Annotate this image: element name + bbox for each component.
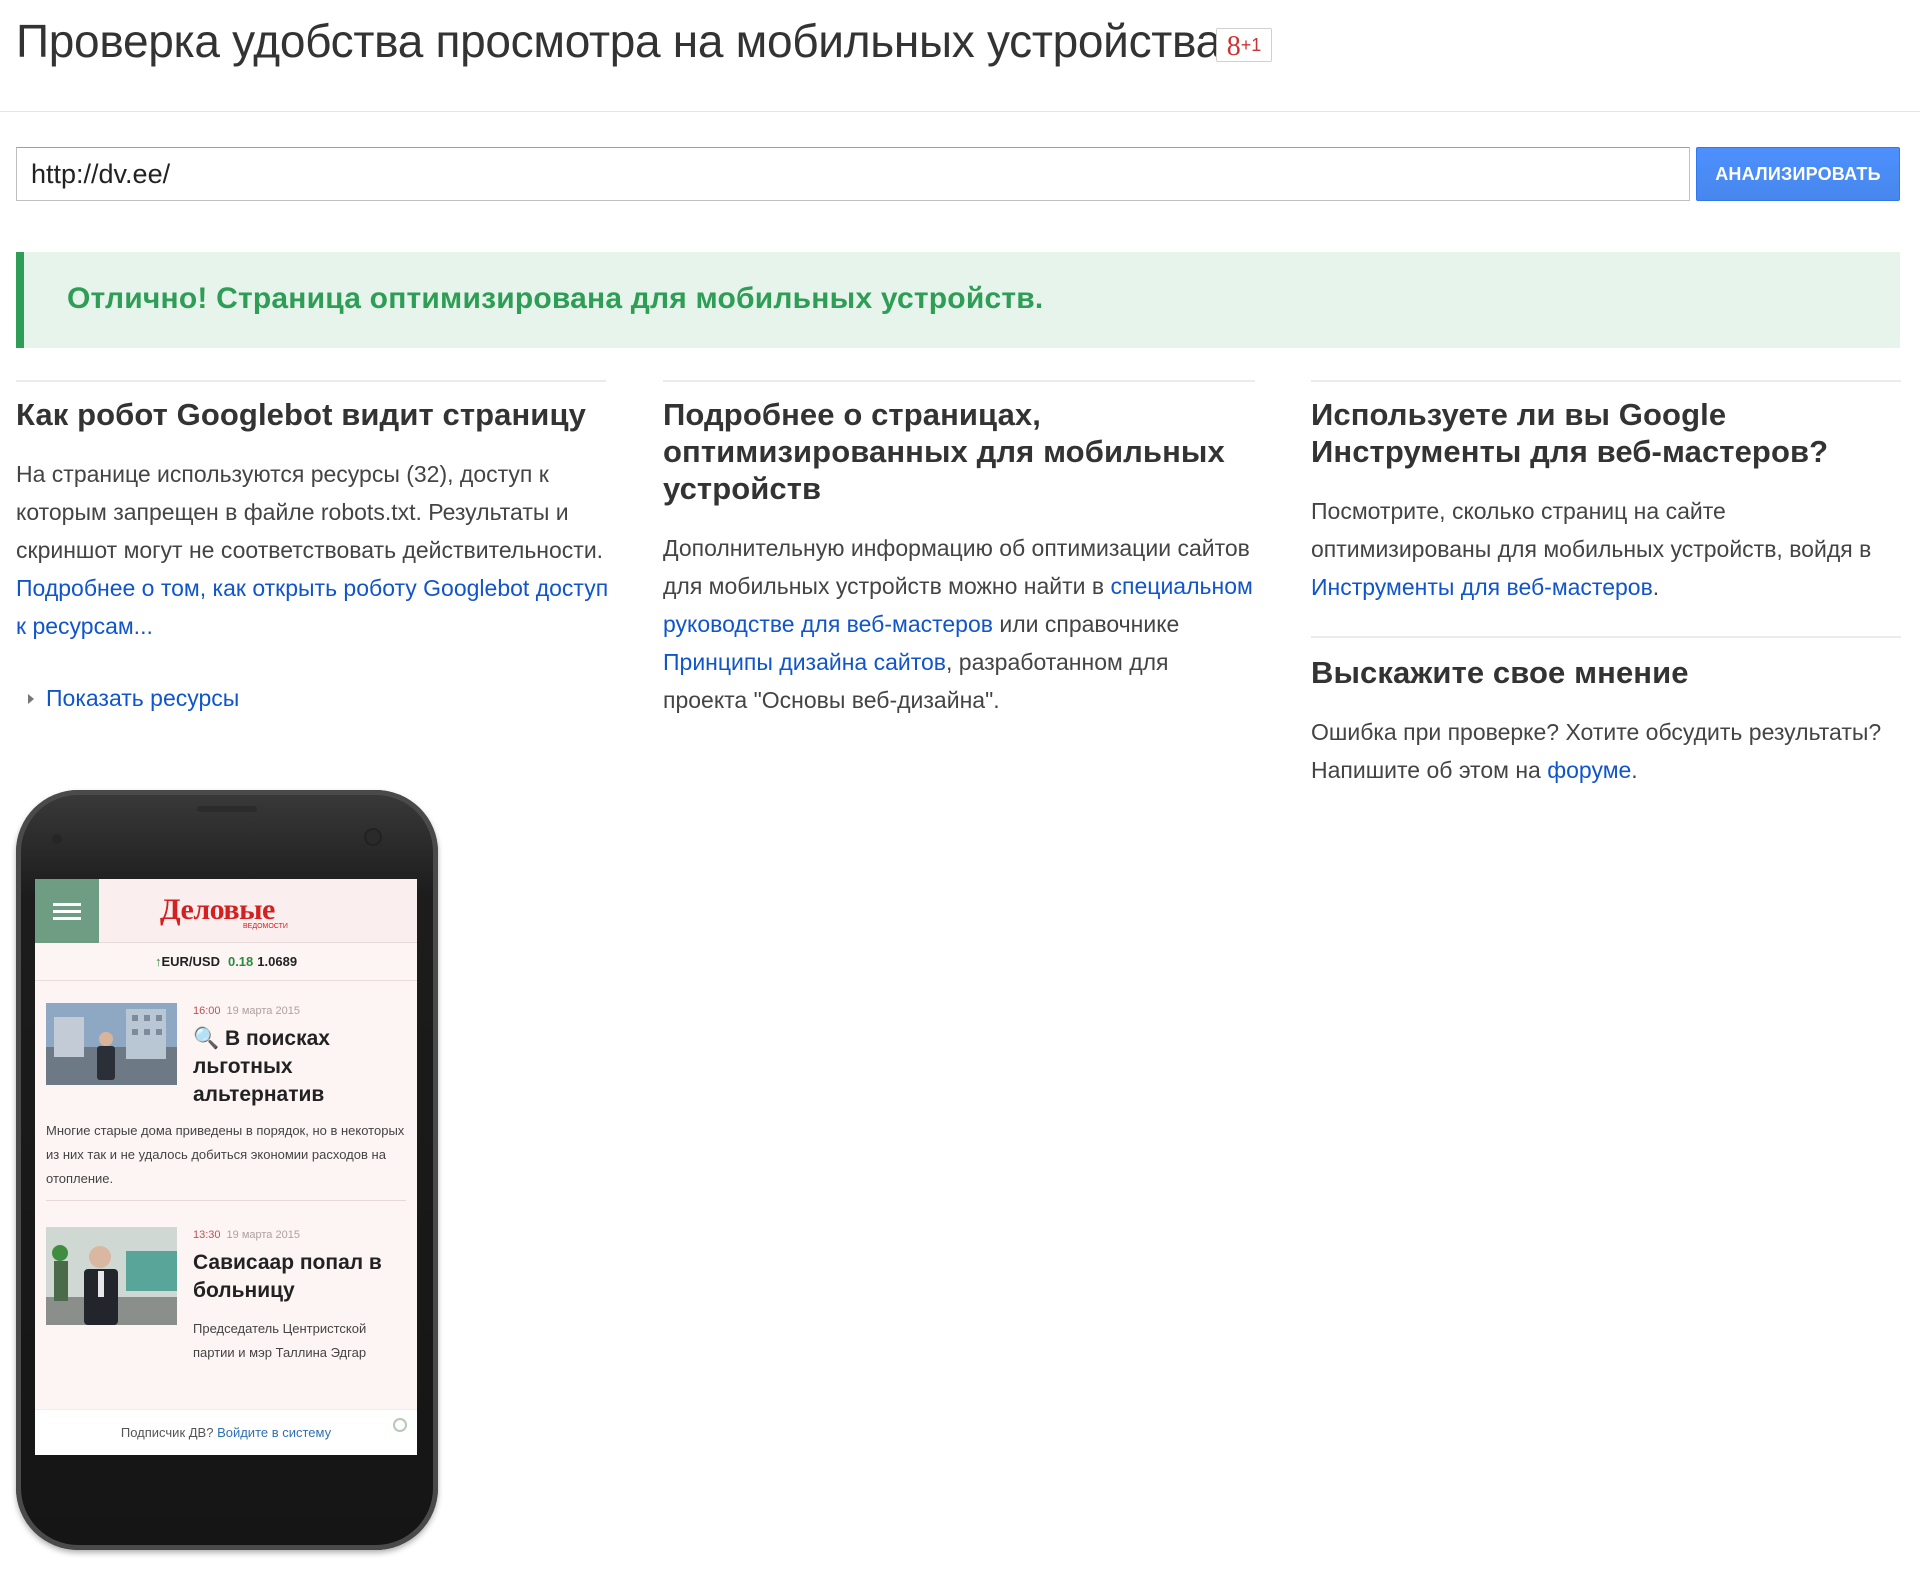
- page-title: Проверка удобства просмотра на мобильных…: [16, 15, 1244, 67]
- feedback-text: Ошибка при проверке? Хотите обсудить рез…: [1311, 713, 1901, 789]
- url-input[interactable]: [16, 147, 1690, 201]
- mobile-article: 13:30 19 марта 2015 Сависаар попал в боль…: [46, 1227, 406, 1407]
- info-text-part: или справочнике: [992, 611, 1180, 637]
- currency-rate-bar: ↑EUR/USD 0.18 1.0689: [35, 943, 417, 981]
- article-lead: Председатель Центристской партии и мэр Т…: [193, 1321, 367, 1360]
- article-meta: 16:00 19 марта 2015: [193, 1005, 300, 1017]
- feedback-divider: [1311, 636, 1901, 638]
- feedback-heading: Выскажите свое мнение: [1311, 655, 1689, 690]
- hamburger-menu-icon: [35, 879, 99, 943]
- mobile-site-header: Деловые ВЕДОМОСТИ: [35, 879, 417, 943]
- unblock-resources-link[interactable]: Подробнее о том, как открыть роботу Goog…: [16, 575, 608, 639]
- article-title: 🔍 В поисках льготных альтернатив: [193, 1027, 330, 1106]
- close-icon: [393, 1418, 407, 1432]
- google-plus-one-button[interactable]: 8+1: [1216, 28, 1272, 62]
- article-title: Сависаар попал в больницу: [193, 1251, 382, 1302]
- article-date: 19 марта 2015: [226, 1229, 300, 1241]
- feedback-text-part: .: [1631, 757, 1638, 783]
- blocked-resources-text: На странице используются ресурсы (32), д…: [16, 461, 604, 563]
- phone-preview: Деловые ВЕДОМОСТИ ↑EUR/USD 0.18 1.0689 1…: [16, 790, 438, 1550]
- google-plus-icon: 8: [1226, 31, 1241, 62]
- rate-value: 1.0689: [257, 954, 298, 969]
- googlebot-view-section: Как робот Googlebot видит страницу На ст…: [16, 380, 610, 712]
- webmaster-tools-link[interactable]: Инструменты для веб-мастеров: [1311, 574, 1653, 600]
- googlebot-view-heading: Как робот Googlebot видит страницу: [16, 397, 586, 432]
- login-link: Войдите в систему: [217, 1425, 332, 1440]
- site-logo: Деловые: [160, 893, 275, 926]
- phone-screen: Деловые ВЕДОМОСТИ ↑EUR/USD 0.18 1.0689 1…: [35, 879, 417, 1455]
- site-logo-subtitle: ВЕДОМОСТИ: [243, 923, 288, 930]
- show-resources-label: Показать ресурсы: [46, 685, 240, 711]
- article-thumbnail: [46, 1227, 177, 1325]
- phone-sensor: [52, 834, 62, 844]
- mobile-article: 16:00 19 марта 2015 🔍 В поисках льготных …: [46, 1003, 406, 1193]
- phone-camera: [366, 830, 380, 844]
- article-divider: [46, 1200, 406, 1201]
- mobile-friendly-info-section: Подробнее о страницах, оптимизированных …: [663, 380, 1259, 719]
- article-meta: 13:30 19 марта 2015: [193, 1229, 300, 1241]
- forum-link[interactable]: форуме: [1547, 757, 1631, 783]
- googlebot-view-text: На странице используются ресурсы (32), д…: [16, 455, 610, 645]
- article-time: 13:30: [193, 1229, 221, 1241]
- webmaster-tools-section: Используете ли вы Google Инструменты для…: [1311, 380, 1901, 789]
- rate-pair: EUR/USD: [161, 954, 220, 969]
- analyze-button[interactable]: АНАЛИЗИРОВАТЬ: [1696, 147, 1900, 201]
- mobile-friendly-info-text: Дополнительную информацию об оптимизации…: [663, 529, 1259, 719]
- webmaster-tools-text: Посмотрите, сколько страниц на сайте опт…: [1311, 492, 1901, 606]
- success-message: Отлично! Страница оптимизирована для моб…: [67, 282, 1044, 315]
- article-thumbnail: [46, 1003, 177, 1085]
- article-time: 16:00: [193, 1005, 221, 1017]
- phone-speaker: [197, 806, 257, 812]
- rate-change: 0.18: [227, 954, 254, 969]
- success-banner: Отлично! Страница оптимизирована для моб…: [16, 252, 1900, 348]
- expand-triangle-icon: [28, 693, 34, 704]
- mobile-friendly-info-heading: Подробнее о страницах, оптимизированных …: [663, 397, 1225, 506]
- article-lead: Многие старые дома приведены в порядок, …: [46, 1123, 405, 1186]
- article-date: 19 марта 2015: [226, 1005, 300, 1017]
- login-prompt: Подписчик ДВ?: [120, 1425, 218, 1440]
- design-principles-link[interactable]: Принципы дизайна сайтов: [663, 649, 946, 675]
- plus-one-label: +1: [1240, 35, 1262, 55]
- webmaster-tools-heading: Используете ли вы Google Инструменты для…: [1311, 397, 1829, 469]
- mobile-login-bar: Подписчик ДВ? Войдите в систему: [35, 1409, 417, 1455]
- tools-text-part: .: [1652, 574, 1660, 600]
- tools-text-part: Посмотрите, сколько страниц на сайте опт…: [1311, 498, 1872, 562]
- show-resources-toggle[interactable]: Показать ресурсы: [16, 685, 610, 712]
- header-divider: [0, 111, 1920, 112]
